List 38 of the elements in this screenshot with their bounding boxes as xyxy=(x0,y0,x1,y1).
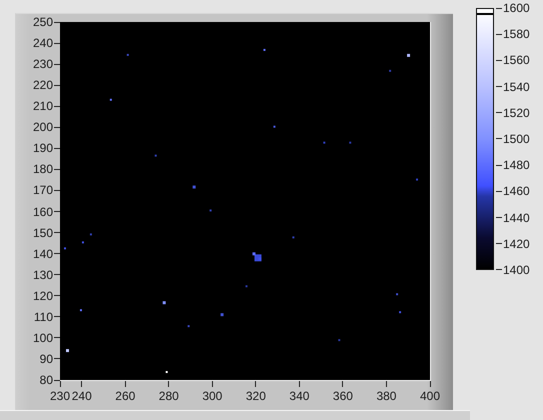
color-scale-label: 1520 xyxy=(496,106,530,120)
y-axis-label: 160 xyxy=(32,204,60,219)
y-axis-label: 110 xyxy=(34,310,60,324)
color-scale-label: 1580 xyxy=(496,27,530,42)
y-axis-label: 150 xyxy=(32,226,60,240)
color-scale-label: 1460 xyxy=(496,184,530,198)
x-axis-label: 280 xyxy=(158,381,179,403)
y-axis-label: 230 xyxy=(32,57,60,72)
x-axis-label: 300 xyxy=(202,381,222,403)
x-axis-label: 260 xyxy=(115,381,136,403)
y-axis-label: 120 xyxy=(32,288,60,303)
y-axis-label: 130 xyxy=(32,268,60,282)
x-axis-label: 320 xyxy=(246,381,266,403)
x-axis-label: 380 xyxy=(376,381,396,403)
y-axis-label: 250 xyxy=(32,15,60,29)
y-axis-label: 210 xyxy=(32,99,60,114)
y-axis-label: 180 xyxy=(32,162,60,176)
y-axis-label: 200 xyxy=(32,120,60,134)
y-axis-label: 190 xyxy=(32,141,60,156)
x-axis-label: 240 xyxy=(72,381,92,403)
x-axis-label: 360 xyxy=(332,381,353,403)
color-scale-label: 1440 xyxy=(496,210,530,224)
y-axis-label: 170 xyxy=(32,183,60,198)
y-axis-label: 240 xyxy=(32,36,60,50)
x-axis-label: 340 xyxy=(289,381,310,403)
color-scale-label: 1400 xyxy=(496,262,530,277)
color-scale-label: 1560 xyxy=(496,53,530,68)
color-scale-label: 1420 xyxy=(496,236,530,251)
color-scale-label: 1600 xyxy=(496,1,530,15)
color-scale-label: 1540 xyxy=(496,80,530,94)
y-axis-label: 90 xyxy=(40,352,60,366)
y-axis-label: 80 xyxy=(40,373,60,387)
x-axis-label: 400 xyxy=(420,381,440,403)
color-scale-label: 1480 xyxy=(496,158,530,172)
y-axis-label: 220 xyxy=(32,78,60,92)
color-scale-label: 1500 xyxy=(496,132,530,146)
y-axis-label: 140 xyxy=(32,246,60,261)
y-axis-label: 100 xyxy=(32,330,60,345)
